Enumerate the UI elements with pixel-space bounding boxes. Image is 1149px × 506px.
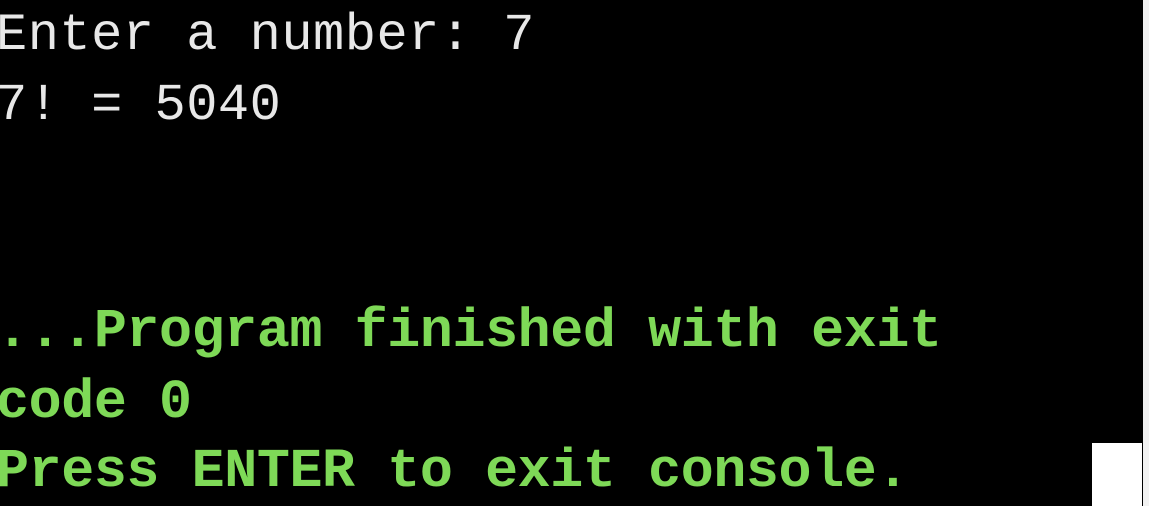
console-window[interactable]: Enter a number: 7 7! = 5040 ...Program f… [0,0,1143,506]
input-prompt-line: Enter a number: 7 [0,6,535,65]
exit-code-line: code 0 [0,371,192,434]
program-finished-line: ...Program finished with exit [0,300,942,363]
text-cursor [1092,443,1142,506]
factorial-result-line: 7! = 5040 [0,76,282,135]
press-enter-line: Press ENTER to exit console. [0,440,909,503]
window-edge [1143,0,1149,506]
